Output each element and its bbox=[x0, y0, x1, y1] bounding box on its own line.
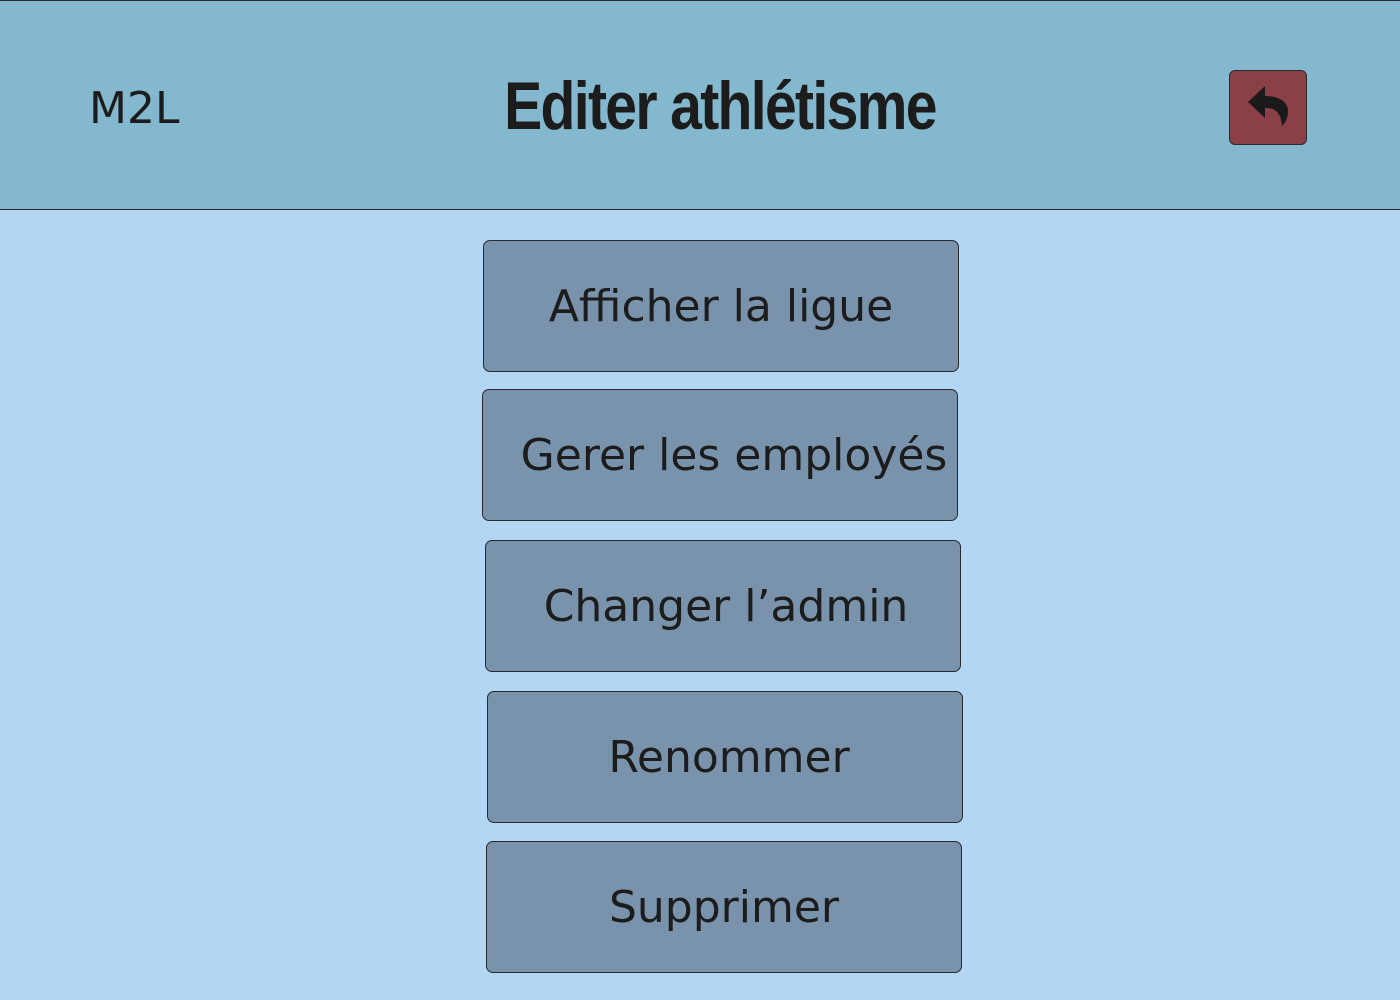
afficher-la-ligue-label: Afficher la ligue bbox=[548, 280, 894, 332]
gerer-les-employes-button[interactable]: Gerer les employés bbox=[482, 389, 958, 521]
gerer-les-employes-label: Gerer les employés bbox=[520, 429, 948, 481]
renommer-label: Renommer bbox=[608, 731, 850, 783]
reply-arrow-icon bbox=[1248, 86, 1288, 126]
supprimer-label: Supprimer bbox=[608, 881, 839, 933]
changer-admin-button[interactable]: Changer l’admin bbox=[485, 540, 961, 672]
supprimer-button[interactable]: Supprimer bbox=[486, 841, 962, 973]
afficher-la-ligue-button[interactable]: Afficher la ligue bbox=[483, 240, 959, 372]
header-bar: M2L Editer athlétisme bbox=[0, 0, 1400, 210]
page-title: Editer athlétisme bbox=[504, 68, 937, 144]
back-button[interactable] bbox=[1229, 70, 1307, 145]
renommer-button[interactable]: Renommer bbox=[487, 691, 963, 823]
changer-admin-label: Changer l’admin bbox=[543, 580, 909, 632]
app-name: M2L bbox=[89, 83, 180, 134]
